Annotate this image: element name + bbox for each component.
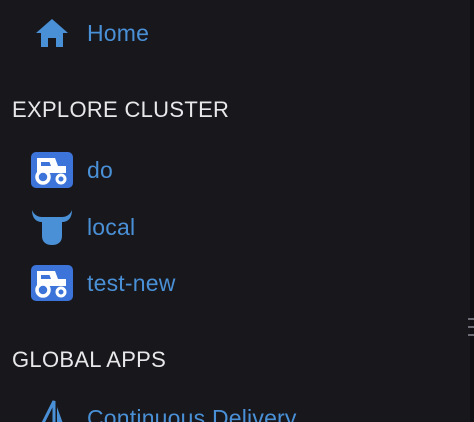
nav-item-label: Home	[87, 19, 150, 46]
scrollbar-track[interactable]	[470, 0, 474, 422]
cluster-item-label: local	[87, 213, 136, 240]
cattle-tractor-icon	[30, 264, 74, 302]
side-navigation: Home EXPLORE CLUSTER do local test-new G…	[0, 0, 474, 422]
cattle-tractor-icon	[30, 151, 74, 189]
cluster-item-label: test-new	[87, 269, 176, 296]
scrollbar-tick	[468, 318, 474, 320]
section-title-explore-cluster: EXPLORE CLUSTER	[12, 97, 230, 122]
cluster-item-label: do	[87, 156, 113, 183]
scrollbar-tick	[468, 326, 474, 328]
nav-item-label: Continuous Delivery	[87, 404, 297, 422]
cluster-item-do[interactable]: do	[30, 151, 113, 189]
cluster-item-test-new[interactable]: test-new	[30, 264, 176, 302]
k3s-bull-icon	[30, 208, 74, 246]
section-title-global-apps: GLOBAL APPS	[12, 347, 167, 372]
sailboat-icon	[30, 399, 74, 422]
home-icon	[30, 14, 74, 52]
cluster-item-local[interactable]: local	[30, 208, 135, 246]
global-app-continuous-delivery[interactable]: Continuous Delivery	[30, 399, 297, 422]
nav-item-home[interactable]: Home	[30, 14, 149, 52]
scrollbar-tick	[468, 334, 474, 336]
